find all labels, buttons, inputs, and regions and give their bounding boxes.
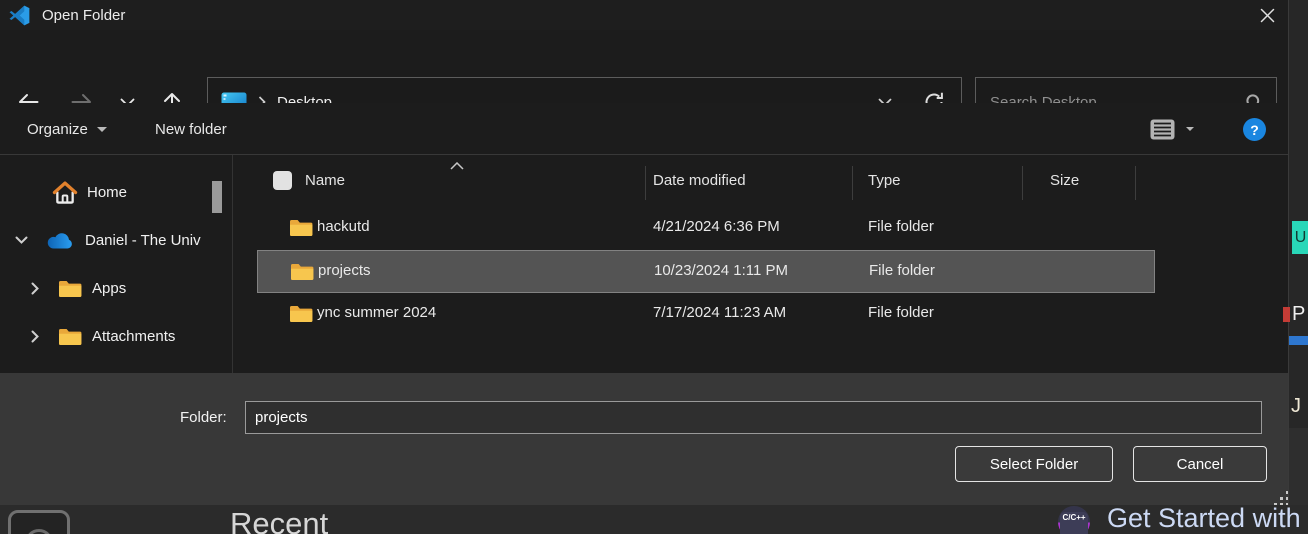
file-list: Name Date modified Type Size hackutd 4/2… [233, 155, 1290, 373]
column-divider[interactable] [645, 166, 646, 200]
select-all-checkbox[interactable] [273, 171, 292, 190]
background-right-lower [1289, 428, 1308, 505]
folder-icon [58, 279, 82, 298]
file-date-modified: 4/21/2024 6:36 PM [653, 218, 780, 235]
file-name: projects [318, 262, 371, 279]
details-view-icon [1150, 119, 1175, 140]
file-name: hackutd [317, 218, 370, 235]
view-caret-icon [1186, 127, 1194, 131]
close-button[interactable] [1248, 2, 1286, 28]
folder-label: Folder: [180, 409, 227, 426]
search-doc-partial-icon [8, 510, 70, 534]
command-toolbar: Organize New folder ? [0, 103, 1290, 155]
column-header-type[interactable]: Type [868, 172, 901, 189]
folder-name-input[interactable] [245, 401, 1262, 434]
dialog-footer: Folder: Select Folder Cancel [0, 373, 1290, 505]
recent-heading: Recent [230, 506, 328, 534]
file-row-ync-summer-2024[interactable]: ync summer 2024 7/17/2024 11:23 AM File … [257, 293, 1155, 336]
background-vscode-right: U P J [1288, 0, 1308, 505]
file-name: ync summer 2024 [317, 304, 436, 321]
background-vscode-bottom: Recent C/C++ Get Started with C [0, 505, 1308, 534]
dialog-titlebar: Open Folder [0, 0, 1290, 30]
sidebar-item-label: Home [87, 184, 127, 201]
column-headers: Name Date modified Type Size [233, 160, 1290, 202]
sidebar-item-label: Daniel - The Univ [85, 232, 201, 249]
onedrive-icon [46, 232, 73, 249]
folder-icon [290, 262, 314, 281]
column-header-size[interactable]: Size [1050, 172, 1079, 189]
column-header-name[interactable]: Name [305, 172, 345, 189]
cancel-button[interactable]: Cancel [1133, 446, 1267, 482]
background-letter-j: J [1291, 395, 1301, 418]
vscode-logo-icon [9, 5, 30, 26]
open-folder-dialog: Open Folder [0, 0, 1308, 534]
column-divider[interactable] [1022, 166, 1023, 200]
navigation-bar: Desktop [0, 30, 1290, 103]
cpp-icon-label: C/C++ [1060, 512, 1087, 534]
file-row-projects[interactable]: projects 10/23/2024 1:11 PM File folder [257, 250, 1155, 293]
file-type: File folder [869, 262, 935, 279]
file-date-modified: 10/23/2024 1:11 PM [654, 262, 788, 279]
organize-label: Organize [27, 121, 88, 138]
column-divider[interactable] [1135, 166, 1136, 200]
view-mode-button[interactable] [1150, 103, 1194, 155]
new-folder-button[interactable]: New folder [155, 103, 227, 155]
column-header-date-modified[interactable]: Date modified [653, 172, 746, 189]
organize-menu[interactable]: Organize [27, 103, 107, 155]
column-divider[interactable] [852, 166, 853, 200]
cpp-extension-icon: C/C++ [1058, 506, 1090, 534]
background-tab-badge-u: U [1292, 221, 1308, 254]
expand-chevron-icon[interactable] [27, 282, 43, 295]
collapse-chevron-icon[interactable] [13, 236, 29, 245]
sidebar-item-apps[interactable]: Apps [0, 264, 255, 312]
file-type: File folder [868, 218, 934, 235]
select-folder-button[interactable]: Select Folder [955, 446, 1113, 482]
sidebar-item-attachments[interactable]: Attachments [0, 312, 255, 360]
sidebar: Home Daniel - The Univ [0, 155, 233, 373]
background-blue-bar [1289, 336, 1308, 345]
file-type: File folder [868, 304, 934, 321]
home-icon [52, 181, 78, 204]
sort-ascending-icon [450, 157, 464, 175]
folder-icon [289, 304, 313, 323]
help-button[interactable]: ? [1243, 118, 1266, 141]
folder-icon [58, 327, 82, 346]
organize-caret-icon [97, 127, 107, 132]
sidebar-item-label: Attachments [92, 328, 175, 345]
expand-chevron-icon[interactable] [27, 330, 43, 343]
magnifier-circle [25, 529, 53, 534]
walkthrough-title: Get Started with C [1107, 505, 1308, 534]
background-letter-p: P [1292, 303, 1305, 326]
sidebar-item-onedrive[interactable]: Daniel - The Univ [0, 216, 241, 264]
dialog-title: Open Folder [42, 7, 125, 24]
file-date-modified: 7/17/2024 11:23 AM [653, 304, 786, 321]
folder-icon [289, 218, 313, 237]
file-row-hackutd[interactable]: hackutd 4/21/2024 6:36 PM File folder [257, 207, 1155, 250]
close-icon [1260, 8, 1275, 23]
sidebar-item-label: Apps [92, 280, 126, 297]
background-red-fragment [1283, 307, 1290, 322]
